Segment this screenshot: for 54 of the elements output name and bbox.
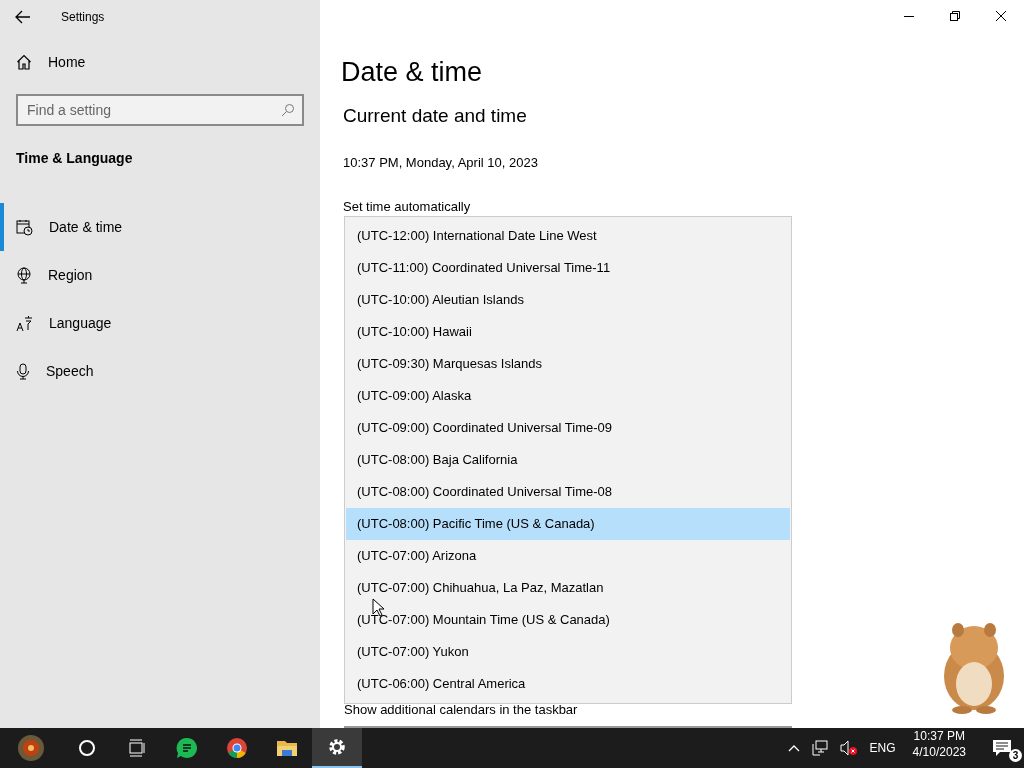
clock-button[interactable]: 10:37 PM 4/10/2023	[904, 728, 974, 768]
dropdown-option[interactable]: (UTC-08:00) Pacific Time (US & Canada)	[346, 508, 790, 540]
home-link[interactable]: Home	[0, 40, 320, 84]
calendar-icon	[16, 218, 33, 236]
dropdown-option[interactable]: (UTC-10:00) Hawaii	[346, 316, 790, 348]
dropdown-option[interactable]: (UTC-06:00) Central America	[346, 668, 790, 700]
notifications-button[interactable]: 3	[980, 728, 1024, 768]
microphone-icon	[16, 362, 30, 380]
sidebar-item[interactable]: Speech	[0, 347, 320, 395]
dropdown-option[interactable]: (UTC-12:00) International Date Line West	[346, 220, 790, 252]
home-icon	[16, 54, 32, 70]
search-field[interactable]: Find a setting	[16, 94, 304, 126]
task-view-icon	[128, 739, 146, 757]
chevron-up-icon	[787, 744, 800, 752]
start-orb-icon	[17, 734, 45, 762]
dropdown-option[interactable]: (UTC-09:30) Marquesas Islands	[346, 348, 790, 380]
current-date-time: 10:37 PM, Monday, April 10, 2023	[343, 153, 539, 172]
dropdown-option[interactable]: (UTC-07:00) Chihuahua, La Paz, Mazatlan	[346, 572, 790, 604]
dropdown-option[interactable]: (UTC-09:00) Alaska	[346, 380, 790, 412]
setting-label: Set time automatically	[343, 198, 472, 217]
dropdown-option[interactable]: (UTC-10:00) Aleutian Islands	[346, 284, 790, 316]
speaker-muted-icon	[839, 740, 858, 756]
settings-icon	[327, 737, 347, 757]
section-heading: Time & Language	[16, 149, 134, 168]
dropdown-option[interactable]: (UTC-07:00) Mountain Time (US & Canada)	[346, 604, 790, 636]
circle-icon	[78, 739, 96, 757]
sidebar-item[interactable]: Language	[0, 299, 320, 347]
language-button[interactable]: ENG	[866, 728, 899, 768]
search-icon	[281, 103, 295, 117]
notification-icon	[992, 739, 1012, 757]
window-title: Settings	[61, 9, 105, 26]
sidebar-item[interactable]: Region	[0, 251, 320, 299]
browser-icon	[226, 737, 248, 759]
network-icon	[811, 740, 828, 756]
dropdown-option[interactable]: (UTC-09:00) Coordinated Universal Time-09	[346, 412, 790, 444]
language-icon	[16, 314, 33, 332]
page-title: Date & time	[341, 56, 484, 89]
taskbar-button[interactable]	[312, 728, 362, 768]
close-icon	[996, 11, 1006, 21]
dropdown-option[interactable]: (UTC-07:00) Arizona	[346, 540, 790, 572]
back-arrow-icon	[15, 10, 31, 24]
cursor-icon	[372, 597, 384, 617]
notification-count: 3	[1009, 749, 1022, 762]
restore-icon	[950, 11, 960, 21]
dropdown-option[interactable]: (UTC-08:00) Coordinated Universal Time-08	[346, 476, 790, 508]
setting-label: Show additional calendars in the taskbar	[344, 701, 578, 719]
dropdown-option[interactable]: (UTC-08:00) Baja California	[346, 444, 790, 476]
clock-time: 10:37 PM	[913, 728, 965, 745]
dropdown-option[interactable]: (UTC-07:00) Yukon	[346, 636, 790, 668]
chat-icon	[176, 737, 198, 759]
section-heading: Current date and time	[343, 104, 528, 129]
clock-date: 4/10/2023	[912, 744, 966, 761]
globe-icon	[16, 266, 32, 284]
dropdown-option[interactable]: (UTC-11:00) Coordinated Universal Time-11	[346, 252, 790, 284]
